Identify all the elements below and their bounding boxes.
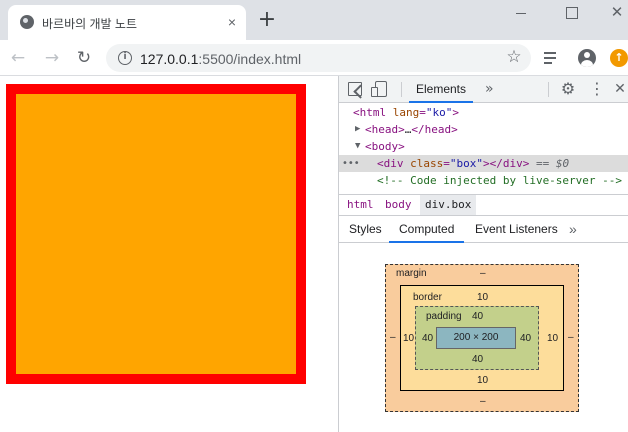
site-info-icon[interactable]: i bbox=[118, 51, 132, 65]
comment-text: <!-- Code injected by live-server --> bbox=[377, 174, 623, 187]
tag-text: <head> bbox=[365, 123, 405, 136]
padding-bottom-value[interactable]: 40 bbox=[472, 354, 483, 365]
new-tab-button[interactable]: + bbox=[256, 9, 278, 32]
box-model-border[interactable]: border 10 10 10 10 padding 40 40 40 40 2… bbox=[400, 285, 564, 391]
page-viewport bbox=[0, 76, 338, 432]
devtools-toolbar: Elements » ⚙ ⋮ ✕ bbox=[339, 76, 628, 103]
reload-icon[interactable]: ↻ bbox=[72, 46, 96, 70]
tag-text: <html bbox=[353, 106, 393, 119]
window-close-button[interactable]: ✕ bbox=[606, 4, 628, 20]
tag-text: <div bbox=[377, 157, 411, 170]
tag-text: </head> bbox=[411, 123, 458, 136]
border-bottom-value[interactable]: 10 bbox=[477, 375, 488, 386]
box-model-margin[interactable]: margin – – – – border 10 10 10 10 paddin… bbox=[385, 264, 579, 412]
box-element bbox=[6, 84, 306, 384]
tab-elements[interactable]: Elements bbox=[409, 76, 473, 103]
more-tabs-icon[interactable]: » bbox=[569, 216, 577, 243]
forward-icon[interactable]: → bbox=[40, 46, 64, 70]
inspect-element-icon[interactable] bbox=[348, 82, 362, 96]
border-right-value[interactable]: 10 bbox=[547, 333, 558, 344]
update-icon[interactable]: ↑ bbox=[610, 49, 628, 67]
border-top-value[interactable]: 10 bbox=[477, 292, 488, 303]
tag-text: ></div> bbox=[483, 157, 530, 170]
attr-name: class bbox=[410, 157, 444, 170]
box-model-padding[interactable]: padding 40 40 40 40 200 × 200 bbox=[415, 306, 539, 370]
bookmark-star-icon[interactable]: ☆ bbox=[504, 47, 524, 67]
sidebar-tabs: Styles Computed Event Listeners » bbox=[339, 216, 628, 243]
margin-bottom-value[interactable]: – bbox=[480, 396, 486, 407]
margin-left-value[interactable]: – bbox=[390, 332, 396, 343]
tag-text: > bbox=[452, 106, 459, 119]
tab-title: 바르바의 개발 노트 bbox=[42, 17, 137, 31]
padding-left-value[interactable]: 40 bbox=[422, 333, 433, 344]
collapse-triangle-icon[interactable]: ▼ bbox=[355, 138, 360, 155]
devtools-panel: Elements » ⚙ ⋮ ✕ <html lang="ko"> ▶ <hea… bbox=[338, 76, 628, 432]
margin-label: margin bbox=[396, 268, 427, 279]
dom-node-head[interactable]: ▶ <head>…</head> bbox=[339, 121, 628, 138]
more-tabs-icon[interactable]: » bbox=[485, 76, 494, 103]
browser-tab[interactable]: 바르바의 개발 노트 × bbox=[8, 5, 246, 40]
url-host: 127.0.0.1 bbox=[140, 51, 199, 67]
minimize-button[interactable] bbox=[510, 4, 532, 20]
attr-name: lang bbox=[392, 106, 420, 119]
selected-marker: == $0 bbox=[529, 157, 570, 170]
tab-strip: 바르바의 개발 노트 × + ✕ bbox=[0, 0, 628, 40]
margin-right-value[interactable]: – bbox=[568, 332, 574, 343]
tab-styles[interactable]: Styles bbox=[339, 216, 392, 243]
tab-event-listeners[interactable]: Event Listeners bbox=[465, 216, 568, 243]
box-model-content[interactable]: 200 × 200 bbox=[436, 327, 516, 349]
kebab-menu-icon[interactable]: ⋮ bbox=[589, 80, 605, 98]
more-options-icon[interactable]: ••• bbox=[342, 155, 360, 172]
browser-toolbar: ← → ↻ i 127.0.0.1:5500/index.html ☆ ↑ bbox=[0, 40, 628, 76]
back-icon[interactable]: ← bbox=[6, 46, 30, 70]
tag-text: <body> bbox=[365, 140, 405, 153]
border-left-value[interactable]: 10 bbox=[403, 333, 414, 344]
dom-node-body[interactable]: ▼ <body> bbox=[339, 138, 628, 155]
toolbar-divider bbox=[548, 82, 549, 97]
padding-top-value[interactable]: 40 bbox=[472, 311, 483, 322]
breadcrumb: html body div.box bbox=[339, 194, 628, 216]
dom-node-comment[interactable]: <!-- Code injected by live-server --> bbox=[339, 172, 628, 189]
padding-label: padding bbox=[426, 311, 462, 322]
tab-close-icon[interactable]: × bbox=[224, 14, 240, 30]
devtools-close-icon[interactable]: ✕ bbox=[613, 80, 627, 98]
globe-icon bbox=[20, 15, 34, 29]
attr-value: "ko" bbox=[425, 106, 453, 119]
breadcrumb-body[interactable]: body bbox=[380, 195, 417, 215]
dom-node-div-box[interactable]: ••• <div class="box"></div> == $0 bbox=[339, 155, 628, 172]
toolbar-divider bbox=[401, 82, 402, 97]
url-path: :5500/index.html bbox=[198, 51, 302, 67]
expand-triangle-icon[interactable]: ▶ bbox=[355, 121, 360, 138]
breadcrumb-div-box[interactable]: div.box bbox=[420, 195, 477, 215]
attr-value: "box" bbox=[449, 157, 483, 170]
border-label: border bbox=[413, 292, 442, 303]
dom-tree: <html lang="ko"> ▶ <head>…</head> ▼ <bod… bbox=[339, 104, 628, 194]
maximize-button[interactable] bbox=[560, 4, 582, 20]
tab-computed[interactable]: Computed bbox=[389, 216, 465, 243]
breadcrumb-html[interactable]: html bbox=[342, 195, 379, 215]
address-bar[interactable]: i 127.0.0.1:5500/index.html ☆ bbox=[106, 44, 531, 72]
url-text[interactable]: 127.0.0.1:5500/index.html bbox=[140, 51, 301, 67]
account-icon[interactable] bbox=[578, 49, 596, 67]
margin-top-value[interactable]: – bbox=[480, 268, 486, 279]
media-controls-icon[interactable] bbox=[544, 50, 562, 66]
device-toolbar-icon[interactable] bbox=[371, 81, 387, 97]
gear-icon[interactable]: ⚙ bbox=[559, 80, 577, 98]
dom-node-html[interactable]: <html lang="ko"> bbox=[339, 104, 628, 121]
padding-right-value[interactable]: 40 bbox=[520, 333, 531, 344]
